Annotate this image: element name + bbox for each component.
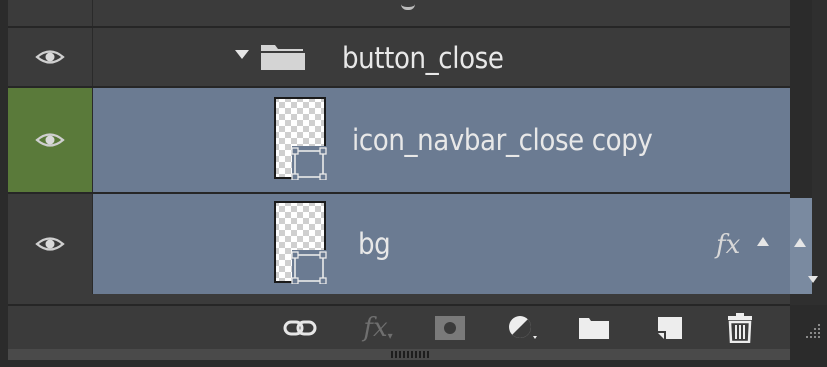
dropdown-marker-icon: ▾ [387,330,393,342]
eye-icon[interactable] [35,48,65,66]
new-layer-icon[interactable] [656,315,684,341]
visibility-cell[interactable] [8,0,93,26]
folder-icon [261,45,305,70]
link-layers-icon[interactable] [283,319,317,337]
trash-icon[interactable] [727,313,753,343]
panel-drag-handle-icon[interactable] [391,351,431,358]
layer-row-content[interactable]: icon_navbar_close copy [93,88,790,192]
new-group-button[interactable] [574,306,614,350]
layers-toolbar: fx ▾ [8,304,790,350]
add-mask-button[interactable] [430,306,470,350]
layer-row-content[interactable] [93,0,790,26]
scroll-up-arrow-icon[interactable] [794,238,806,247]
layer-row-bg[interactable]: bg fx [8,194,790,294]
disclosure-triangle-icon[interactable] [235,50,249,60]
delete-layer-button[interactable] [720,306,760,350]
eye-icon[interactable] [35,235,65,253]
layer-row-content[interactable]: button_close [93,28,790,86]
new-adjustment-button[interactable] [500,306,544,350]
layer-row-partial[interactable] [8,0,790,26]
layer-thumbnail-icon [274,97,327,180]
eye-icon[interactable] [35,131,65,149]
scroll-down-arrow-icon[interactable] [808,276,818,283]
layer-thumbnail-icon [274,201,327,284]
visibility-toggle[interactable] [8,194,93,294]
resize-grip-icon[interactable] [800,318,822,340]
adjustment-icon[interactable] [507,314,537,342]
new-group-icon[interactable] [578,316,610,340]
layer-name[interactable]: bg [358,230,391,259]
scrollbar-track-upper[interactable] [790,0,812,198]
link-layers-button[interactable] [280,306,320,350]
fx-icon[interactable]: fx [363,313,387,343]
mask-icon[interactable] [435,316,465,340]
new-layer-button[interactable] [650,306,690,350]
scrollbar[interactable] [790,0,827,305]
layer-row-button-close[interactable]: button_close [8,28,790,86]
layer-name[interactable]: icon_navbar_close copy [352,126,653,155]
layer-name[interactable]: button_close [342,44,504,73]
visibility-toggle[interactable] [8,88,93,192]
layer-row-content[interactable]: bg fx [93,194,790,294]
expand-effects-icon[interactable] [757,237,769,246]
clipped-text-fragment [401,0,415,10]
add-layer-style-button[interactable]: fx ▾ [356,306,400,350]
layer-row-icon-navbar-close-copy[interactable]: icon_navbar_close copy [8,88,790,192]
fx-badge[interactable]: fx [716,230,740,260]
visibility-toggle[interactable] [8,28,93,86]
